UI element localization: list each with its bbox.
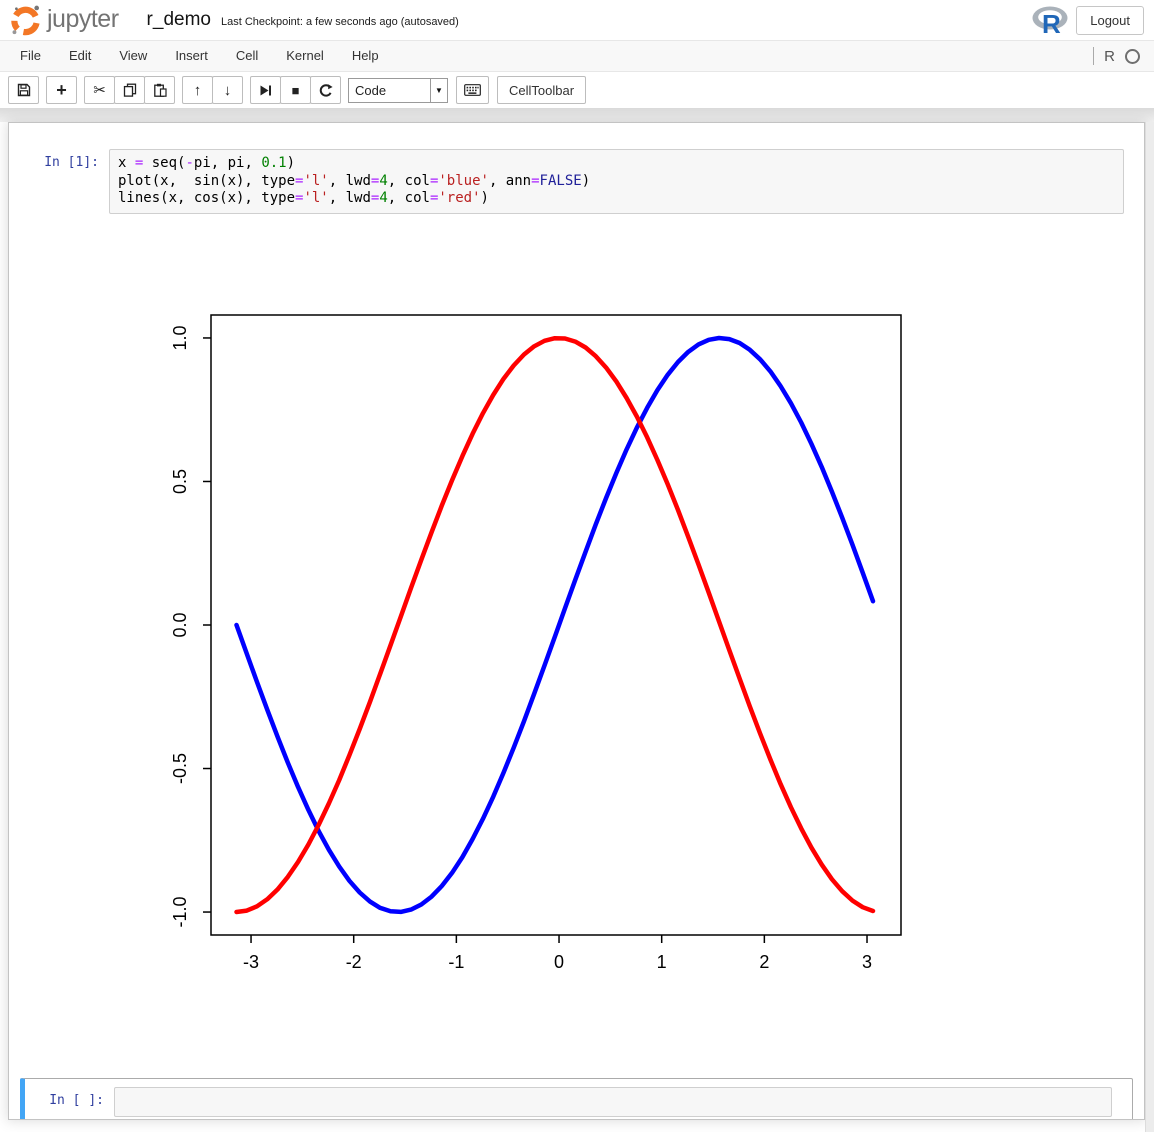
cut-cells-button[interactable]: ✂ [84, 76, 115, 104]
menu-item-help[interactable]: Help [338, 41, 393, 71]
menu-items: FileEditViewInsertCellKernelHelp [6, 41, 393, 71]
header-shadow-band [0, 108, 1154, 122]
svg-text:1.0: 1.0 [170, 325, 190, 350]
logout-button[interactable]: Logout [1076, 6, 1144, 35]
svg-text:-0.5: -0.5 [170, 753, 190, 784]
cell-output: -3 -2 -1 0 1 2 3 -1.0 -0.5 0.0 0.5 1.0 [9, 250, 1136, 1000]
save-button[interactable] [8, 76, 39, 104]
plot-output: -3 -2 -1 0 1 2 3 -1.0 -0.5 0.0 0.5 1.0 [121, 250, 921, 995]
menu-item-view[interactable]: View [105, 41, 161, 71]
move-cell-up-button[interactable]: ↑ [182, 76, 213, 104]
code-line: x = seq(-pi, pi, 0.1) [118, 155, 1115, 173]
scrollbar-track[interactable] [1145, 122, 1154, 1132]
code-lines: x = seq(-pi, pi, 0.1)plot(x, sin(x), typ… [118, 155, 1115, 208]
copy-icon [123, 83, 137, 97]
chevron-down-icon: ▼ [430, 79, 447, 102]
empty-cell-selected[interactable]: In [ ]: [20, 1078, 1133, 1121]
input-prompt-empty: In [ ]: [25, 1087, 114, 1117]
svg-text:0.0: 0.0 [170, 612, 190, 637]
menu-bar: FileEditViewInsertCellKernelHelp R [0, 40, 1154, 72]
menu-separator [1093, 47, 1094, 65]
notebook-title[interactable]: r_demo [147, 9, 211, 31]
command-palette-button[interactable] [456, 76, 489, 104]
move-cell-down-button[interactable]: ↓ [212, 76, 243, 104]
interrupt-kernel-button[interactable]: ■ [280, 76, 311, 104]
scissors-icon: ✂ [93, 83, 106, 98]
celltoolbar-button[interactable]: CellToolbar [497, 76, 586, 104]
menu-item-file[interactable]: File [6, 41, 55, 71]
floppy-icon [17, 83, 31, 97]
notebook-container: In [1]: x = seq(-pi, pi, 0.1)plot(x, sin… [8, 122, 1145, 1120]
jupyter-logo-icon [10, 3, 43, 37]
svg-text:-1: -1 [448, 952, 464, 972]
svg-text:-3: -3 [243, 952, 259, 972]
empty-code-editor[interactable] [114, 1087, 1112, 1117]
svg-text:-2: -2 [346, 952, 362, 972]
arrow-down-icon: ↓ [224, 83, 232, 98]
jupyter-logo[interactable]: jupyter [10, 3, 119, 37]
toolbar: + ✂ ↑ ↓ ■ [0, 72, 1154, 108]
code-cell[interactable]: In [1]: x = seq(-pi, pi, 0.1)plot(x, sin… [9, 123, 1144, 1048]
code-line: lines(x, cos(x), type='l', lwd=4, col='r… [118, 190, 1115, 208]
code-editor[interactable]: x = seq(-pi, pi, 0.1)plot(x, sin(x), typ… [109, 149, 1124, 214]
checkpoint-status: Last Checkpoint: a few seconds ago (auto… [221, 16, 459, 28]
cell-type-select[interactable]: Code ▼ [348, 78, 448, 103]
stop-icon: ■ [292, 84, 300, 97]
svg-text:-1.0: -1.0 [170, 896, 190, 927]
cell-type-value: Code [349, 83, 430, 98]
svg-text:0: 0 [554, 952, 564, 972]
insert-cell-below-button[interactable]: + [46, 76, 77, 104]
step-forward-icon [259, 84, 272, 97]
svg-text:3: 3 [862, 952, 872, 972]
run-cell-button[interactable] [250, 76, 281, 104]
paste-cells-button[interactable] [144, 76, 175, 104]
svg-text:0.5: 0.5 [170, 468, 190, 493]
code-line: plot(x, sin(x), type='l', lwd=4, col='bl… [118, 173, 1115, 191]
menu-item-kernel[interactable]: Kernel [272, 41, 338, 71]
r-kernel-logo-icon: R [1030, 4, 1072, 37]
copy-cells-button[interactable] [114, 76, 145, 104]
kernel-indicator-name: R [1104, 48, 1115, 65]
restart-kernel-button[interactable] [310, 76, 341, 104]
menu-item-edit[interactable]: Edit [55, 41, 105, 71]
paste-icon [153, 83, 167, 97]
svg-text:2: 2 [759, 952, 769, 972]
jupyter-logo-text: jupyter [47, 5, 119, 34]
notebook-scroll-area: In [1]: x = seq(-pi, pi, 0.1)plot(x, sin… [0, 122, 1154, 1132]
svg-text:R: R [1042, 9, 1061, 37]
restart-icon [319, 83, 333, 97]
notebook-header: jupyter r_demo Last Checkpoint: a few se… [0, 0, 1154, 40]
plus-icon: + [56, 81, 67, 99]
input-prompt: In [1]: [9, 149, 109, 214]
menu-item-insert[interactable]: Insert [161, 41, 222, 71]
arrow-up-icon: ↑ [194, 83, 202, 98]
menu-item-cell[interactable]: Cell [222, 41, 272, 71]
kernel-idle-icon [1125, 49, 1140, 64]
svg-text:1: 1 [657, 952, 667, 972]
keyboard-icon [464, 84, 481, 96]
